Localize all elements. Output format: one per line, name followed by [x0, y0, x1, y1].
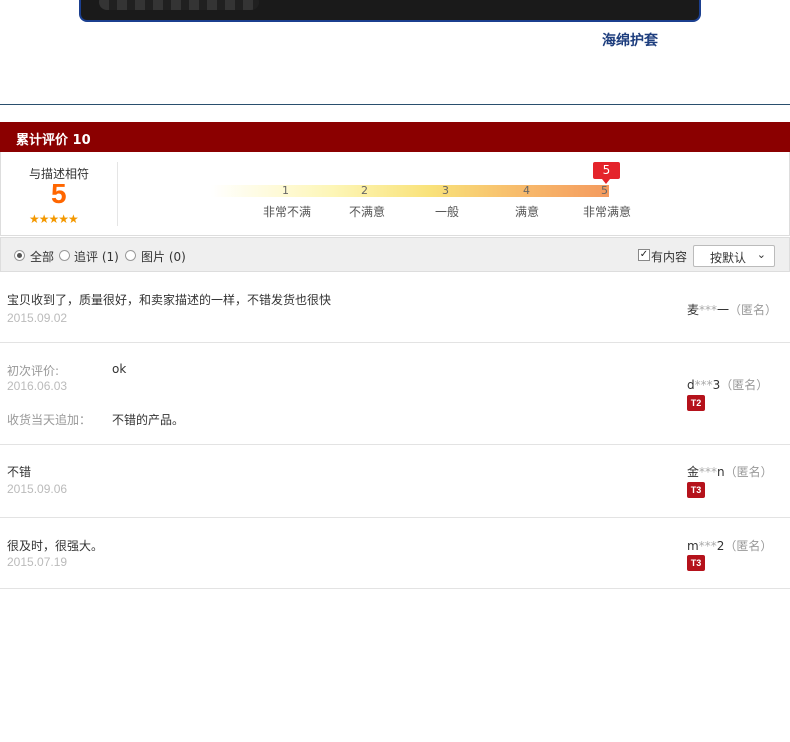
filter-all-label[interactable]: 全部 [30, 248, 54, 265]
scale-label: 一般 [435, 205, 460, 219]
score-scale-bar [211, 185, 609, 197]
star-rating-icon: ★★★★★ [29, 212, 79, 226]
review-content: 不错 [7, 465, 32, 479]
review-date: 2015.09.02 [7, 311, 68, 325]
score-pointer: 5 [593, 162, 620, 184]
review-date: 2015.09.06 [7, 482, 68, 496]
scale-label: 不满意 [349, 205, 386, 219]
scale-number: 1 [282, 184, 289, 197]
filter-bar: 全部 追评 (1) 图片 (0) ✓ 有内容 按默认 ⌄ [0, 237, 790, 272]
reviewer-name: d***3（匿名） [687, 378, 769, 392]
filter-followup-label[interactable]: 追评 (1) [74, 248, 119, 265]
scale-label: 非常不满 [263, 205, 312, 219]
user-level-badge-icon: T2 [687, 395, 705, 411]
filter-pictures-radio[interactable] [125, 250, 136, 261]
review-item: 宝贝收到了，质量很好，和卖家描述的一样，不错发货也很快 2015.09.02 麦… [0, 273, 790, 343]
has-content-label[interactable]: 有内容 [651, 248, 687, 265]
score-value: 5 [51, 178, 67, 209]
reviewer-name: 麦***一（匿名） [687, 303, 778, 317]
review-item: 不错 2015.09.06 金***n（匿名） T3 [0, 445, 790, 518]
review-content: 很及时，很强大。 [7, 539, 104, 553]
initial-review-label: 初次评价: [7, 364, 60, 378]
product-image-detail [99, 0, 259, 10]
reviewer-name: m***2（匿名） [687, 539, 773, 553]
scale-number: 2 [361, 184, 368, 197]
scale-number: 3 [442, 184, 449, 197]
divider [117, 162, 118, 226]
scale-number: 4 [523, 184, 530, 197]
divider [0, 104, 790, 105]
sort-dropdown[interactable]: 按默认 ⌄ [693, 245, 775, 267]
followup-label: 收货当天追加： [7, 413, 92, 427]
scale-label: 满意 [515, 205, 540, 219]
review-date: 2016.06.03 [7, 379, 68, 393]
review-item: 很及时，很强大。 2015.07.19 m***2（匿名） T3 [0, 518, 790, 589]
followup-content: 不错的产品。 [112, 413, 185, 427]
review-date: 2015.07.19 [7, 555, 68, 569]
review-content: ok [112, 362, 127, 376]
chevron-down-icon: ⌄ [756, 248, 766, 261]
scale-number: 5 [601, 184, 608, 197]
review-content: 宝贝收到了，质量很好，和卖家描述的一样，不错发货也很快 [7, 293, 332, 307]
user-level-badge-icon: T3 [687, 555, 705, 571]
scale-label: 非常满意 [583, 205, 632, 219]
reviewer-name: 金***n（匿名） [687, 465, 773, 479]
filter-pictures-label[interactable]: 图片 (0) [141, 248, 186, 265]
review-header: 累计评价 10 [0, 122, 790, 152]
product-image [79, 0, 701, 22]
review-count-title: 累计评价 10 [16, 133, 91, 148]
filter-followup-radio[interactable] [59, 250, 70, 261]
user-level-badge-icon: T3 [687, 482, 705, 498]
filter-all-radio[interactable] [14, 250, 25, 261]
rating-summary: 与描述相符 5 ★★★★★ 5 1 2 3 4 5 非常不满 不满意 一般 满意… [0, 152, 790, 236]
has-content-checkbox[interactable]: ✓ [638, 249, 650, 261]
product-caption: 海绵护套 [602, 33, 658, 49]
sort-dropdown-value: 按默认 [710, 251, 747, 265]
review-item: 初次评价: ok 2016.06.03 收货当天追加： 不错的产品。 d***3… [0, 343, 790, 445]
